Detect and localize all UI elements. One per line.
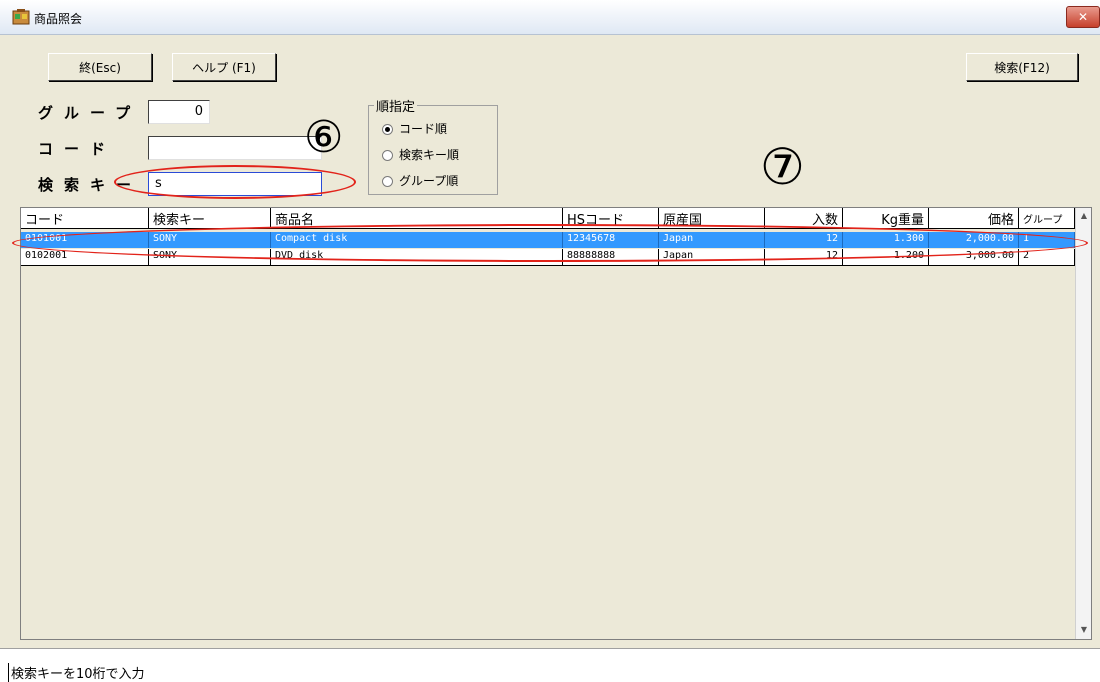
code-field[interactable]: [148, 136, 322, 160]
column-header-weight[interactable]: Kg重量: [843, 208, 929, 228]
help-button[interactable]: ヘルプ (F1): [172, 53, 276, 81]
radio-icon: [382, 176, 393, 187]
title-bar: 商品照会 ✕: [0, 0, 1100, 35]
app-icon: [12, 9, 30, 25]
status-bar: 検索キーを10桁で入力: [0, 648, 1100, 682]
product-inquiry-window: 商品照会 ✕ 終(Esc) ヘルプ (F1) 検索(F12) グループ 0 コー…: [0, 0, 1100, 682]
close-button[interactable]: ✕: [1066, 6, 1100, 28]
window-title: 商品照会: [34, 12, 83, 26]
scroll-up-icon[interactable]: ▲: [1076, 208, 1091, 224]
product-grid: コード 検索キー 商品名 HSコード 原産国 入数 Kg重量 価格 グループ 0…: [20, 207, 1092, 640]
radio-icon: [382, 150, 393, 161]
radio-selected-icon: [382, 124, 393, 135]
annotation-number-6: ⑥: [304, 112, 344, 163]
column-header-code[interactable]: コード: [21, 208, 149, 228]
group-field[interactable]: 0: [148, 100, 210, 124]
sort-option-label: コード順: [399, 122, 448, 136]
annotation-ellipse-7: [12, 224, 1088, 262]
sort-option-label: グループ順: [399, 174, 459, 188]
vertical-scrollbar[interactable]: ▲ ▼: [1075, 208, 1091, 639]
sort-radio-search-key[interactable]: 検索キー順: [382, 146, 459, 163]
annotation-ellipse-6: [114, 165, 356, 199]
sort-radio-code[interactable]: コード順: [382, 120, 447, 137]
sort-radio-group[interactable]: グループ順: [382, 172, 458, 189]
exit-button[interactable]: 終(Esc): [48, 53, 152, 81]
column-header-search-key[interactable]: 検索キー: [149, 208, 271, 228]
annotation-number-7: ⑦: [760, 138, 805, 196]
scroll-down-icon[interactable]: ▼: [1076, 622, 1091, 638]
group-label: グループ: [38, 104, 142, 122]
status-text: 検索キーを10桁で入力: [8, 663, 145, 682]
column-header-group[interactable]: グループ: [1019, 208, 1075, 228]
close-icon: ✕: [1077, 10, 1089, 24]
column-header-price[interactable]: 価格: [929, 208, 1019, 228]
sort-order-title: 順指定: [374, 96, 418, 115]
code-label: コード: [38, 140, 117, 158]
search-button[interactable]: 検索(F12): [966, 53, 1078, 81]
sort-option-label: 検索キー順: [399, 148, 460, 162]
